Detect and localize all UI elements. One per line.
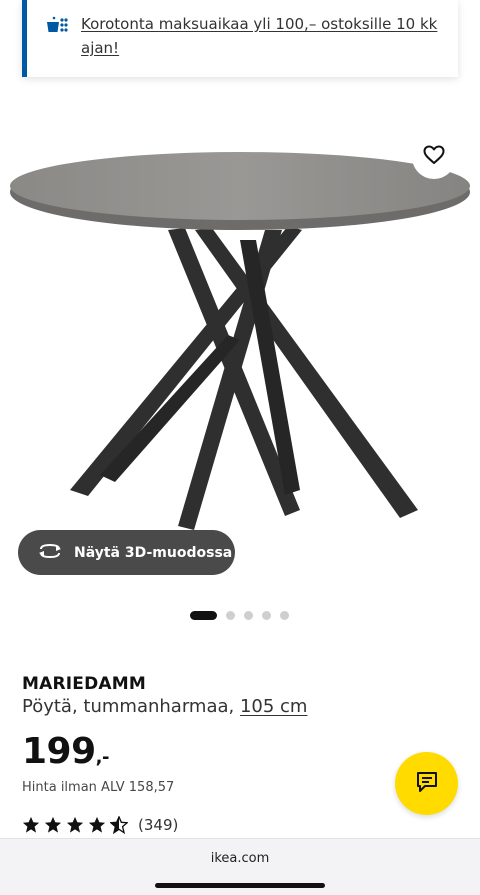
carousel-dot[interactable]: [262, 610, 271, 620]
star-icon: [44, 816, 62, 833]
home-indicator[interactable]: [155, 883, 325, 888]
star-icon: [88, 816, 106, 833]
chat-icon: [415, 770, 439, 798]
carousel-dot[interactable]: [280, 610, 289, 620]
payment-banner-link[interactable]: Korotonta maksuaikaa yli 100,– ostoksill…: [81, 12, 451, 60]
price-value: 199: [22, 731, 96, 772]
price-suffix: ,-: [95, 747, 110, 768]
url-text[interactable]: ikea.com: [0, 851, 480, 866]
browser-address-bar[interactable]: ikea.com: [0, 838, 480, 895]
star-icon: [66, 816, 84, 833]
star-icon: [22, 816, 40, 833]
payment-banner[interactable]: Korotonta maksuaikaa yli 100,– ostoksill…: [22, 0, 458, 77]
rating[interactable]: (349): [22, 816, 178, 834]
carousel-dot[interactable]: [244, 610, 253, 620]
product-type: Pöytä, tummanharmaa,: [22, 696, 240, 717]
rating-count: (349): [138, 816, 179, 834]
rotate-3d-icon: [38, 543, 62, 563]
image-carousel-indicator[interactable]: [190, 610, 289, 620]
payment-calendar-icon: [45, 15, 71, 37]
product-price: 199,-: [22, 731, 109, 772]
view-3d-button[interactable]: Näytä 3D-muodossa: [18, 530, 235, 575]
product-image[interactable]: [0, 130, 480, 570]
half-star-icon: [110, 816, 128, 834]
price-without-vat: Hinta ilman ALV 158,57: [22, 780, 175, 795]
carousel-dot-active[interactable]: [190, 610, 217, 620]
heart-icon: [423, 145, 445, 169]
chat-button[interactable]: [395, 752, 458, 815]
view-3d-label: Näytä 3D-muodossa: [74, 544, 233, 561]
product-description: Pöytä, tummanharmaa, 105 cm: [22, 696, 307, 717]
product-name: MARIEDAMM: [22, 674, 147, 694]
favorite-button[interactable]: [412, 135, 456, 179]
carousel-dot[interactable]: [226, 610, 235, 620]
size-link[interactable]: 105 cm: [240, 696, 308, 717]
